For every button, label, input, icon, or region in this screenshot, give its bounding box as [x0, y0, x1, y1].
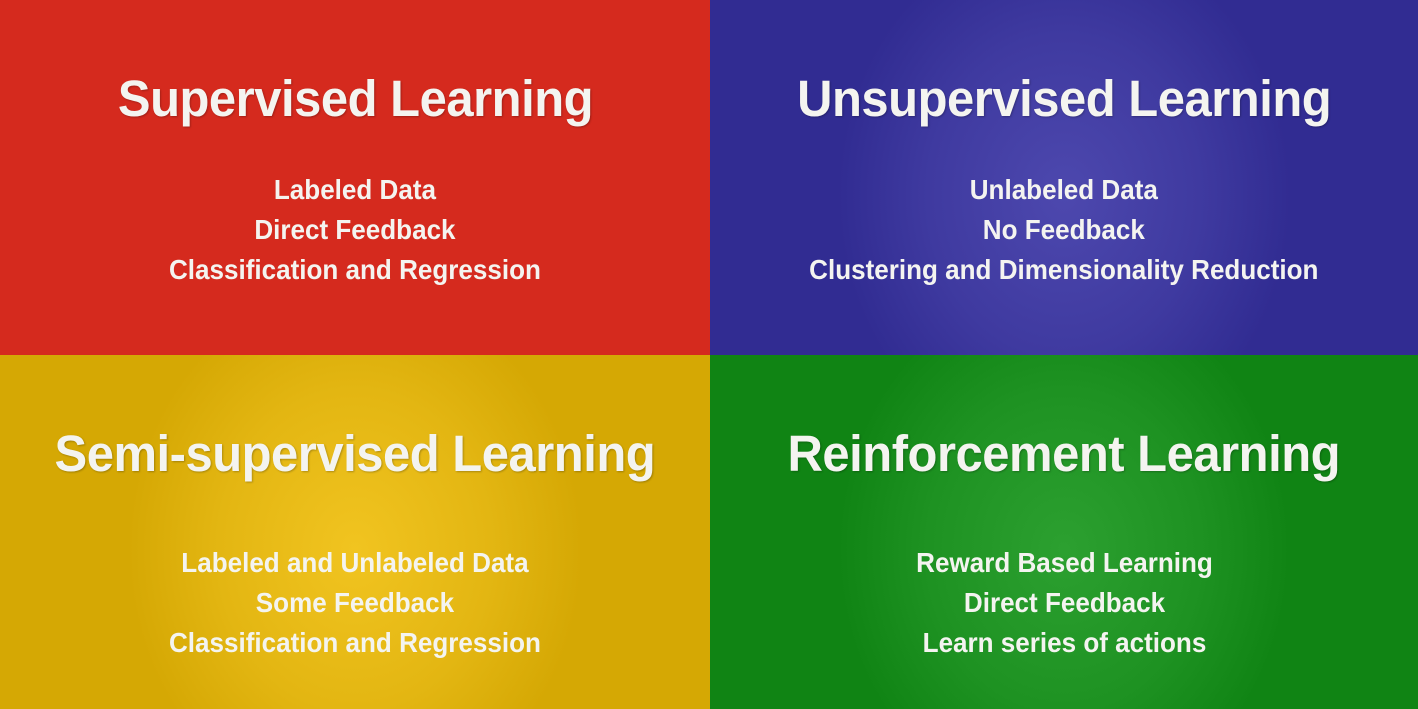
quadrant-supervised: Supervised Learning Labeled Data Direct … [0, 0, 710, 355]
quadrant-feature-list: Reward Based Learning Direct Feedback Le… [916, 543, 1213, 663]
quadrant-semi-supervised: Semi-supervised Learning Labeled and Unl… [0, 355, 710, 709]
feature-item: No Feedback [982, 214, 1146, 245]
learning-types-grid: Supervised Learning Labeled Data Direct … [0, 0, 1418, 709]
feature-item: Direct Feedback [254, 214, 456, 245]
quadrant-title: Supervised Learning [117, 70, 593, 127]
quadrant-unsupervised: Unsupervised Learning Unlabeled Data No … [710, 0, 1418, 355]
feature-item: Labeled Data [273, 174, 437, 205]
feature-item: Labeled and Unlabeled Data [181, 547, 529, 578]
quadrant-feature-list: Unlabeled Data No Feedback Clustering an… [809, 170, 1318, 290]
feature-item: Some Feedback [255, 587, 455, 618]
quadrant-title: Semi-supervised Learning [54, 425, 656, 482]
feature-item: Classification and Regression [169, 254, 541, 285]
feature-item: Direct Feedback [963, 587, 1165, 618]
feature-item: Reward Based Learning [915, 547, 1213, 578]
feature-item: Learn series of actions [922, 627, 1206, 658]
quadrant-feature-list: Labeled Data Direct Feedback Classificat… [169, 170, 541, 290]
feature-item: Clustering and Dimensionality Reduction [809, 254, 1319, 285]
quadrant-title: Reinforcement Learning [787, 425, 1341, 482]
feature-item: Unlabeled Data [969, 174, 1159, 205]
quadrant-reinforcement: Reinforcement Learning Reward Based Lear… [710, 355, 1418, 709]
quadrant-feature-list: Labeled and Unlabeled Data Some Feedback… [169, 543, 541, 663]
quadrant-title: Unsupervised Learning [796, 70, 1332, 127]
feature-item: Classification and Regression [169, 627, 541, 658]
